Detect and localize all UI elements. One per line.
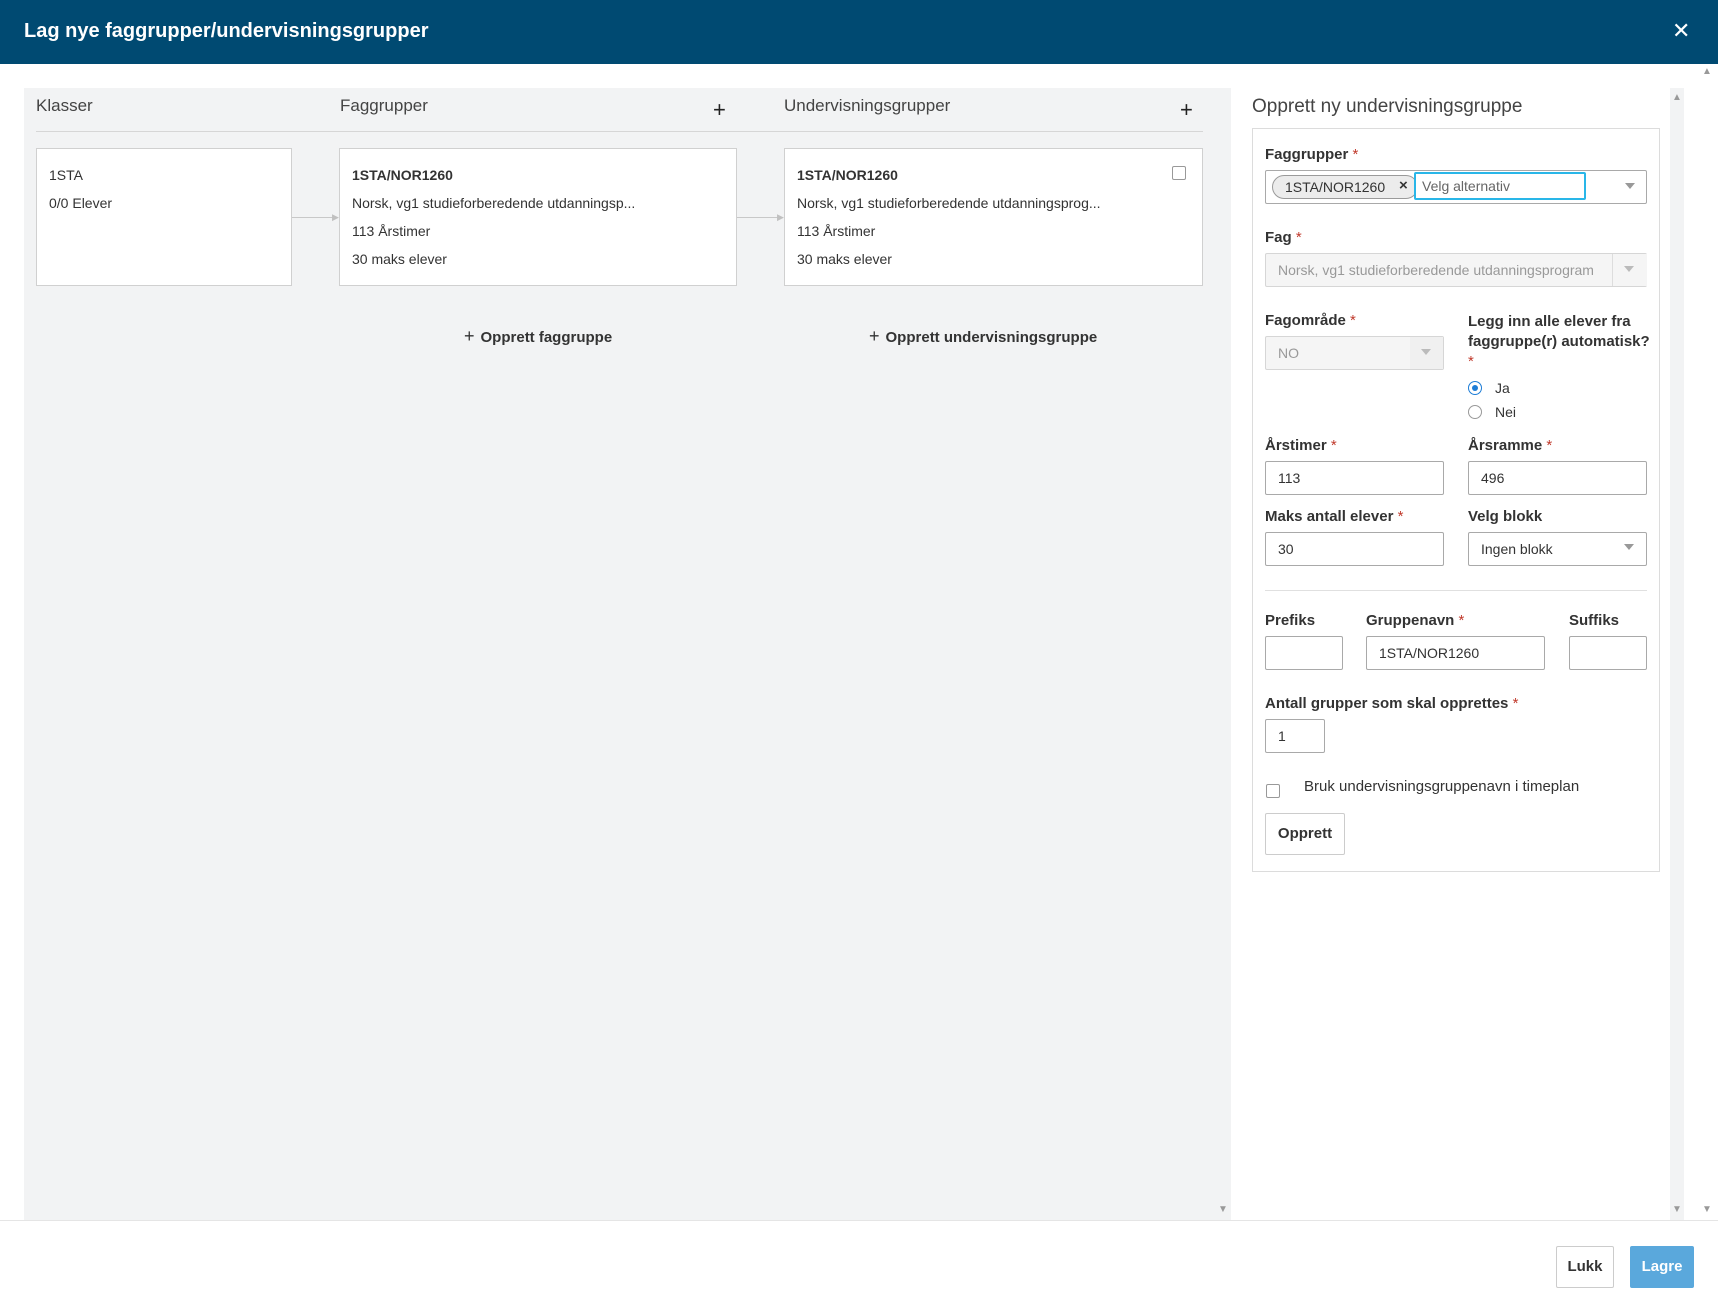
page-scroll-down-arrow-icon[interactable]: ▼: [1702, 1204, 1712, 1215]
lagre-button[interactable]: Lagre: [1630, 1246, 1694, 1288]
klasse-name: 1STA: [49, 167, 83, 183]
velg-blokk-select[interactable]: Ingen blokk: [1468, 532, 1647, 566]
fag-select[interactable]: Norsk, vg1 studieforberedende utdannings…: [1265, 253, 1647, 287]
faggruppe-maks: 30 maks elever: [352, 251, 447, 267]
undervisningsgruppe-card[interactable]: 1STA/NOR1260 Norsk, vg1 studieforbereden…: [784, 148, 1203, 286]
bruk-navn-checkbox[interactable]: [1266, 784, 1280, 798]
faggrupper-label: Faggrupper *: [1265, 146, 1359, 163]
column-header-faggrupper: Faggrupper: [340, 96, 428, 115]
opprett-faggruppe-label: Opprett faggruppe: [480, 329, 613, 346]
radio-nei-label: Nei: [1495, 404, 1517, 420]
chevron-down-icon[interactable]: [1421, 349, 1431, 355]
scroll-up-arrow-icon[interactable]: ▲: [1672, 92, 1682, 103]
maks-elever-label: Maks antall elever *: [1265, 508, 1404, 525]
undervisningsgruppe-maks: 30 maks elever: [797, 251, 892, 267]
plus-icon: +: [464, 326, 475, 346]
fagomrade-label: Fagområde *: [1265, 312, 1356, 329]
chevron-down-icon[interactable]: [1625, 183, 1635, 189]
opprett-button[interactable]: Opprett: [1265, 813, 1345, 855]
faggrupper-search-input[interactable]: Velg alternativ: [1414, 172, 1586, 200]
maks-elever-input[interactable]: 30: [1265, 532, 1444, 566]
velg-blokk-value: Ingen blokk: [1481, 541, 1553, 557]
lukk-button[interactable]: Lukk: [1556, 1246, 1614, 1288]
radio-ja[interactable]: [1468, 381, 1482, 395]
undervisningsgruppe-select-checkbox[interactable]: [1172, 166, 1186, 180]
faggruppe-name: 1STA/NOR1260: [352, 167, 453, 183]
connector-arrow-icon: ▶: [332, 212, 339, 222]
add-undervisningsgruppe-plus-icon[interactable]: +: [1180, 97, 1193, 123]
suffiks-label: Suffiks: [1569, 612, 1620, 629]
arsramme-label: Årsramme *: [1468, 437, 1553, 454]
connector-arrow-icon: ▶: [777, 212, 784, 222]
page-scroll-up-arrow-icon[interactable]: ▲: [1702, 66, 1712, 77]
close-icon[interactable]: ✕: [1672, 18, 1690, 44]
arstimer-input[interactable]: 113: [1265, 461, 1444, 495]
opprett-undervisningsgruppe-label: Opprett undervisningsgruppe: [885, 329, 1098, 346]
undervisningsgruppe-name: 1STA/NOR1260: [797, 167, 898, 183]
faggruppe-arstimer: 113 Årstimer: [352, 223, 431, 239]
faggruppe-tag: 1STA/NOR1260 ×: [1272, 175, 1418, 199]
form-title: Opprett ny undervisningsgruppe: [1252, 96, 1523, 117]
undervisningsgruppe-fag: Norsk, vg1 studieforberedende utdannings…: [797, 195, 1101, 211]
form-divider: [1265, 590, 1647, 591]
faggruppe-tag-label: 1STA/NOR1260: [1285, 179, 1386, 195]
scroll-down-arrow-icon[interactable]: ▼: [1218, 1204, 1228, 1215]
velg-blokk-label: Velg blokk: [1468, 508, 1543, 525]
fag-value: Norsk, vg1 studieforberedende utdannings…: [1278, 262, 1594, 278]
arstimer-label: Årstimer *: [1265, 437, 1337, 454]
left-panel-scrollbar[interactable]: [1217, 88, 1231, 1220]
chevron-down-icon[interactable]: [1624, 266, 1634, 272]
opprett-undervisningsgruppe-button[interactable]: + Opprett undervisningsgruppe: [869, 326, 1097, 347]
legg-inn-label: Legg inn alle elever fra faggruppe(r) au…: [1468, 313, 1650, 370]
column-header-divider: [36, 131, 1203, 132]
plus-icon: +: [869, 326, 880, 346]
suffiks-input[interactable]: [1569, 636, 1647, 670]
scroll-down-arrow-icon[interactable]: ▼: [1672, 1204, 1682, 1215]
chevron-down-icon[interactable]: [1624, 544, 1634, 550]
fag-label: Fag *: [1265, 229, 1302, 246]
bruk-navn-label: Bruk undervisningsgruppenavn i timeplan: [1304, 778, 1580, 795]
radio-ja-label: Ja: [1495, 380, 1510, 396]
dialog-title: Lag nye faggrupper/undervisningsgrupper: [24, 20, 429, 42]
tag-remove-icon[interactable]: ×: [1399, 178, 1408, 194]
prefiks-input[interactable]: [1265, 636, 1343, 670]
prefiks-label: Prefiks: [1265, 612, 1316, 629]
arsramme-input[interactable]: 496: [1468, 461, 1647, 495]
faggrupper-placeholder: Velg alternativ: [1422, 178, 1510, 194]
column-header-undervisningsgrupper: Undervisningsgrupper: [784, 96, 951, 115]
antall-grupper-input[interactable]: 1: [1265, 719, 1325, 753]
fagomrade-value: NO: [1278, 345, 1299, 361]
gruppenavn-label: Gruppenavn *: [1366, 612, 1465, 629]
faggrupper-multiselect[interactable]: 1STA/NOR1260 × Velg alternativ: [1265, 170, 1647, 204]
faggruppe-card[interactable]: 1STA/NOR1260 Norsk, vg1 studieforbereden…: [339, 148, 737, 286]
create-form-box: [1252, 128, 1660, 872]
opprett-faggruppe-button[interactable]: + Opprett faggruppe: [464, 326, 612, 347]
radio-nei[interactable]: [1468, 405, 1482, 419]
undervisningsgruppe-arstimer: 113 Årstimer: [797, 223, 876, 239]
faggruppe-fag: Norsk, vg1 studieforberedende utdannings…: [352, 195, 636, 211]
klasse-elever: 0/0 Elever: [49, 195, 113, 211]
add-faggruppe-plus-icon[interactable]: +: [713, 97, 726, 123]
klasse-card[interactable]: 1STA 0/0 Elever: [36, 148, 292, 286]
gruppenavn-input[interactable]: 1STA/NOR1260: [1366, 636, 1545, 670]
right-panel-scrollbar[interactable]: [1670, 88, 1684, 1220]
column-header-klasser: Klasser: [36, 96, 93, 115]
antall-grupper-label: Antall grupper som skal opprettes *: [1265, 695, 1519, 712]
footer-divider: [0, 1220, 1718, 1221]
